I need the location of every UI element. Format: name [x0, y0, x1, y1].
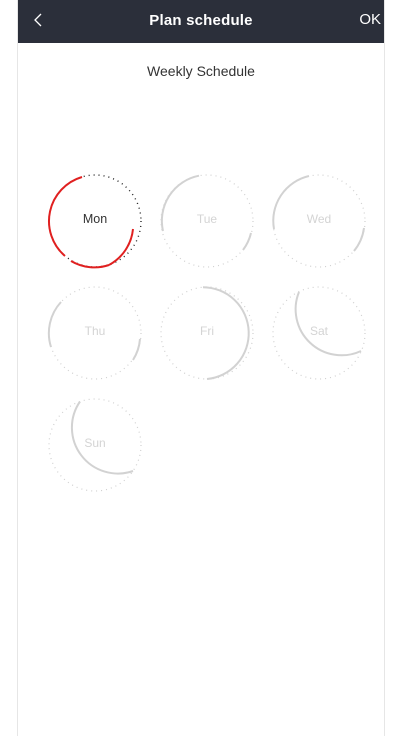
- day-grid: Mon Tue Wed Thu Fri Sat Sun: [18, 0, 384, 736]
- day-label: Fri: [200, 324, 214, 338]
- day-fri[interactable]: Fri: [159, 285, 255, 381]
- day-sun[interactable]: Sun: [47, 397, 143, 493]
- day-thu[interactable]: Thu: [47, 285, 143, 381]
- day-label: Wed: [306, 212, 332, 226]
- day-label: Sun: [84, 436, 106, 450]
- day-sat[interactable]: Sat: [271, 285, 367, 381]
- day-mon[interactable]: Mon: [47, 173, 143, 269]
- day-label: Sat: [309, 324, 328, 338]
- day-wed[interactable]: Wed: [271, 173, 367, 269]
- day-label: Mon: [82, 212, 108, 226]
- day-tue[interactable]: Tue: [159, 173, 255, 269]
- phone-screen: Plan schedule OK Weekly Schedule Mon Tue: [17, 0, 385, 736]
- day-label: Thu: [84, 324, 106, 338]
- day-label: Tue: [196, 212, 218, 226]
